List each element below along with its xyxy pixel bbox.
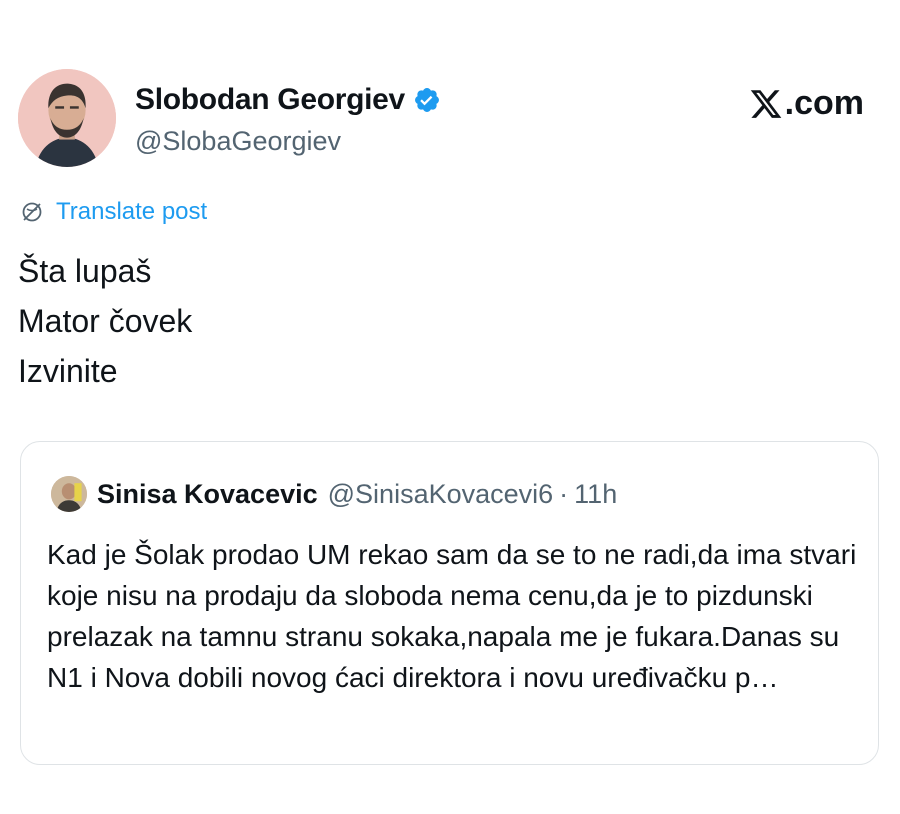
quoted-post-header: Sinisa Kovacevic @SinisaKovacevi6 · 11h	[51, 476, 617, 512]
quoted-post[interactable]: Sinisa Kovacevic @SinisaKovacevi6 · 11h …	[20, 441, 879, 765]
separator-dot: ·	[559, 478, 569, 509]
avatar-portrait-icon	[18, 69, 116, 167]
author-name-row: Slobodan Georgiev	[135, 80, 441, 120]
brand-label: .com	[784, 84, 864, 122]
author-handle[interactable]: @SlobaGeorgiev	[135, 126, 341, 157]
translate-post-link[interactable]: Translate post	[20, 198, 207, 226]
avatar-portrait-icon	[51, 476, 87, 512]
author-display-name[interactable]: Slobodan Georgiev	[135, 83, 405, 117]
translate-label: Translate post	[56, 198, 208, 225]
quoted-author-name[interactable]: Sinisa Kovacevic	[97, 479, 318, 510]
post-text: Šta lupaš Mator čovek Izvinite	[18, 246, 192, 396]
post-line: Izvinite	[18, 353, 118, 389]
quoted-post-text: Kad je Šolak prodao UM rekao sam da se t…	[47, 539, 857, 693]
quoted-author-avatar[interactable]	[51, 476, 87, 512]
quoted-author-handle[interactable]: @SinisaKovacevi6	[328, 479, 554, 510]
tweet-card: Slobodan Georgiev @SlobaGeorgiev .com Tr…	[0, 0, 900, 814]
post-line: Mator čovek	[18, 303, 193, 339]
verified-badge-icon	[414, 88, 439, 112]
author-avatar[interactable]	[18, 69, 116, 167]
quoted-post-time[interactable]: 11h	[574, 479, 617, 510]
post-line: Šta lupaš	[18, 253, 152, 289]
x-logo-icon	[750, 89, 781, 118]
globe-icon	[22, 202, 42, 222]
brand-watermark: .com	[749, 84, 864, 123]
